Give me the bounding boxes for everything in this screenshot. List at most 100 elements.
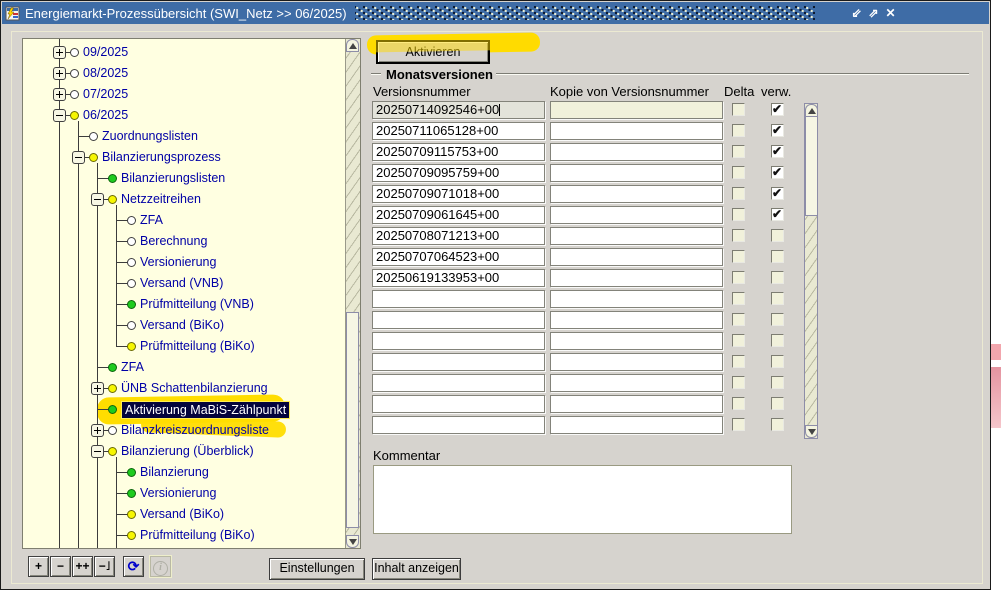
delta-checkbox[interactable] — [732, 397, 745, 410]
verw-checkbox[interactable] — [771, 166, 784, 179]
copy-version-field[interactable] — [550, 143, 723, 161]
delta-checkbox[interactable] — [732, 145, 745, 158]
delta-checkbox[interactable] — [732, 166, 745, 179]
tree-item-pr-fmitteilung-vnb[interactable]: Prüfmitteilung (VNB) — [140, 296, 254, 312]
tree-item-zfa[interactable]: ZFA — [121, 359, 144, 375]
tree-item-nb-schattenbilanzierung[interactable]: ÜNB Schattenbilanzierung — [121, 380, 268, 396]
tree-item-versand-biko[interactable]: Versand (BiKo) — [140, 317, 224, 333]
version-field[interactable]: 20250714092546+00 — [372, 101, 545, 119]
delta-checkbox[interactable] — [732, 355, 745, 368]
verw-checkbox[interactable] — [771, 355, 784, 368]
collapse-node-button[interactable]: − — [50, 556, 71, 577]
refresh-icon[interactable]: ⟳ — [123, 556, 144, 577]
copy-version-field[interactable] — [550, 101, 723, 119]
tree-item-08-2025[interactable]: 08/2025 — [83, 65, 128, 81]
tree-item-pr-fmitteilung-biko[interactable]: Prüfmitteilung (BiKo) — [140, 527, 255, 543]
copy-version-field[interactable] — [550, 206, 723, 224]
tree-item-netzzeitreihen[interactable]: Netzzeitreihen — [121, 191, 201, 207]
copy-version-field[interactable] — [550, 374, 723, 392]
delta-checkbox[interactable] — [732, 208, 745, 221]
tree-item-aktivierung-mabis-z-hlpunkt[interactable]: Aktivierung MaBiS-Zählpunkt — [121, 401, 290, 419]
copy-version-field[interactable] — [550, 164, 723, 182]
version-field[interactable]: 20250709071018+00 — [372, 185, 545, 203]
expand-icon[interactable] — [53, 67, 66, 80]
verw-checkbox[interactable] — [771, 103, 784, 116]
copy-version-field[interactable] — [550, 311, 723, 329]
version-field[interactable] — [372, 311, 545, 329]
verw-checkbox[interactable] — [771, 418, 784, 431]
expand-node-button[interactable]: + — [28, 556, 49, 577]
version-field[interactable] — [372, 374, 545, 392]
versions-scroll-down-icon[interactable] — [805, 425, 818, 438]
verw-checkbox[interactable] — [771, 124, 784, 137]
expand-icon[interactable] — [53, 46, 66, 59]
tree-item-06-2025[interactable]: 06/2025 — [83, 107, 128, 123]
inhalt-anzeigen-button[interactable]: Inhalt anzeigen — [372, 558, 461, 580]
close-window-icon[interactable]: ✕ — [884, 6, 897, 21]
delta-checkbox[interactable] — [732, 229, 745, 242]
delta-checkbox[interactable] — [732, 124, 745, 137]
tree-scroll-thumb[interactable] — [346, 312, 359, 528]
verw-checkbox[interactable] — [771, 292, 784, 305]
delta-checkbox[interactable] — [732, 334, 745, 347]
collapse-icon[interactable] — [91, 445, 104, 458]
tree-scrollbar[interactable] — [345, 39, 360, 548]
copy-version-field[interactable] — [550, 332, 723, 350]
collapse-icon[interactable] — [91, 193, 104, 206]
tree-item-versionierung[interactable]: Versionierung — [140, 254, 216, 270]
maximize-window-icon[interactable]: ⇗ — [867, 6, 880, 21]
delta-checkbox[interactable] — [732, 187, 745, 200]
verw-checkbox[interactable] — [771, 376, 784, 389]
version-field[interactable]: 20250707064523+00 — [372, 248, 545, 266]
copy-version-field[interactable] — [550, 353, 723, 371]
tree-item-07-2025[interactable]: 07/2025 — [83, 86, 128, 102]
version-field[interactable] — [372, 290, 545, 308]
version-field[interactable] — [372, 395, 545, 413]
expand-all-button[interactable]: ++ — [72, 556, 93, 577]
tree-scroll-up-icon[interactable] — [346, 39, 359, 52]
tree-item-bilanzierung-berblick[interactable]: Bilanzierung (Überblick) — [121, 443, 254, 459]
version-field[interactable] — [372, 353, 545, 371]
verw-checkbox[interactable] — [771, 208, 784, 221]
expand-icon[interactable] — [53, 88, 66, 101]
delta-checkbox[interactable] — [732, 292, 745, 305]
copy-version-field[interactable] — [550, 248, 723, 266]
tree-scroll-down-icon[interactable] — [346, 535, 359, 548]
copy-version-field[interactable] — [550, 269, 723, 287]
copy-version-field[interactable] — [550, 122, 723, 140]
copy-version-field[interactable] — [550, 227, 723, 245]
copy-version-field[interactable] — [550, 416, 723, 434]
tree-item-bilanzierungsprozess[interactable]: Bilanzierungsprozess — [102, 149, 221, 165]
verw-checkbox[interactable] — [771, 250, 784, 263]
version-field[interactable]: 20250619133953+00 — [372, 269, 545, 287]
expand-icon[interactable] — [91, 424, 104, 437]
versions-scroll-thumb[interactable] — [805, 116, 818, 216]
tree-item-zuordnungslisten[interactable]: Zuordnungslisten — [102, 128, 198, 144]
einstellungen-button[interactable]: Einstellungen — [269, 558, 365, 580]
verw-checkbox[interactable] — [771, 229, 784, 242]
verw-checkbox[interactable] — [771, 145, 784, 158]
version-field[interactable]: 20250708071213+00 — [372, 227, 545, 245]
version-field[interactable]: 20250709061645+00 — [372, 206, 545, 224]
delta-checkbox[interactable] — [732, 271, 745, 284]
copy-version-field[interactable] — [550, 395, 723, 413]
version-field[interactable] — [372, 416, 545, 434]
tree-item-pr-fmitteilung-biko[interactable]: Prüfmitteilung (BiKo) — [140, 338, 255, 354]
delta-checkbox[interactable] — [732, 313, 745, 326]
copy-version-field[interactable] — [550, 290, 723, 308]
tree-item-zfa[interactable]: ZFA — [140, 212, 163, 228]
versions-scrollbar[interactable] — [804, 103, 818, 439]
delta-checkbox[interactable] — [732, 376, 745, 389]
verw-checkbox[interactable] — [771, 187, 784, 200]
version-field[interactable]: 20250709095759+00 — [372, 164, 545, 182]
tree-item-bilanzkreiszuordnungsliste[interactable]: Bilanzkreiszuordnungsliste — [121, 422, 269, 438]
delta-checkbox[interactable] — [732, 418, 745, 431]
verw-checkbox[interactable] — [771, 271, 784, 284]
delta-checkbox[interactable] — [732, 250, 745, 263]
kommentar-textarea[interactable] — [373, 465, 792, 534]
version-field[interactable]: 20250709115753+00 — [372, 143, 545, 161]
expand-icon[interactable] — [91, 382, 104, 395]
collapse-all-button[interactable]: −˩ — [94, 556, 115, 577]
collapse-icon[interactable] — [72, 151, 85, 164]
verw-checkbox[interactable] — [771, 334, 784, 347]
